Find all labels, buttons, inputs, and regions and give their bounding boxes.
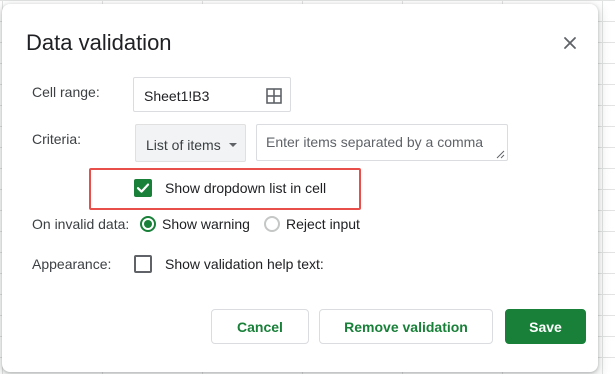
reject-input-label[interactable]: Reject input: [286, 216, 360, 232]
resize-handle-icon[interactable]: [496, 150, 505, 159]
show-dropdown-label: Show dropdown list in cell: [165, 180, 327, 196]
criteria-selected-value: List of items: [146, 137, 221, 153]
close-icon: [564, 37, 576, 49]
cancel-button[interactable]: Cancel: [211, 309, 309, 344]
close-button[interactable]: [558, 31, 582, 55]
chevron-down-icon: [229, 143, 237, 147]
cell-range-field[interactable]: Sheet1!B3: [133, 77, 291, 112]
help-text-checkbox[interactable]: [134, 255, 152, 273]
select-range-grid-icon[interactable]: [266, 88, 282, 104]
show-warning-label[interactable]: Show warning: [162, 216, 250, 232]
criteria-label: Criteria:: [32, 131, 82, 147]
remove-validation-button[interactable]: Remove validation: [319, 309, 493, 344]
checkmark-icon: [136, 183, 150, 193]
show-dropdown-checkbox[interactable]: [134, 179, 152, 197]
list-items-input[interactable]: [256, 124, 508, 161]
data-validation-dialog: Data validation Cell range: Sheet1!B3 Cr…: [2, 4, 598, 372]
save-button[interactable]: Save: [505, 309, 586, 344]
dialog-title: Data validation: [26, 30, 172, 55]
cell-range-value: Sheet1!B3: [144, 88, 210, 104]
show-warning-radio[interactable]: [140, 216, 156, 232]
criteria-dropdown[interactable]: List of items: [135, 124, 246, 162]
reject-input-radio[interactable]: [264, 216, 280, 232]
cell-range-label: Cell range:: [32, 84, 100, 100]
appearance-label: Appearance:: [32, 256, 112, 272]
invalid-data-label: On invalid data:: [32, 216, 130, 232]
help-text-label: Show validation help text:: [165, 256, 324, 272]
